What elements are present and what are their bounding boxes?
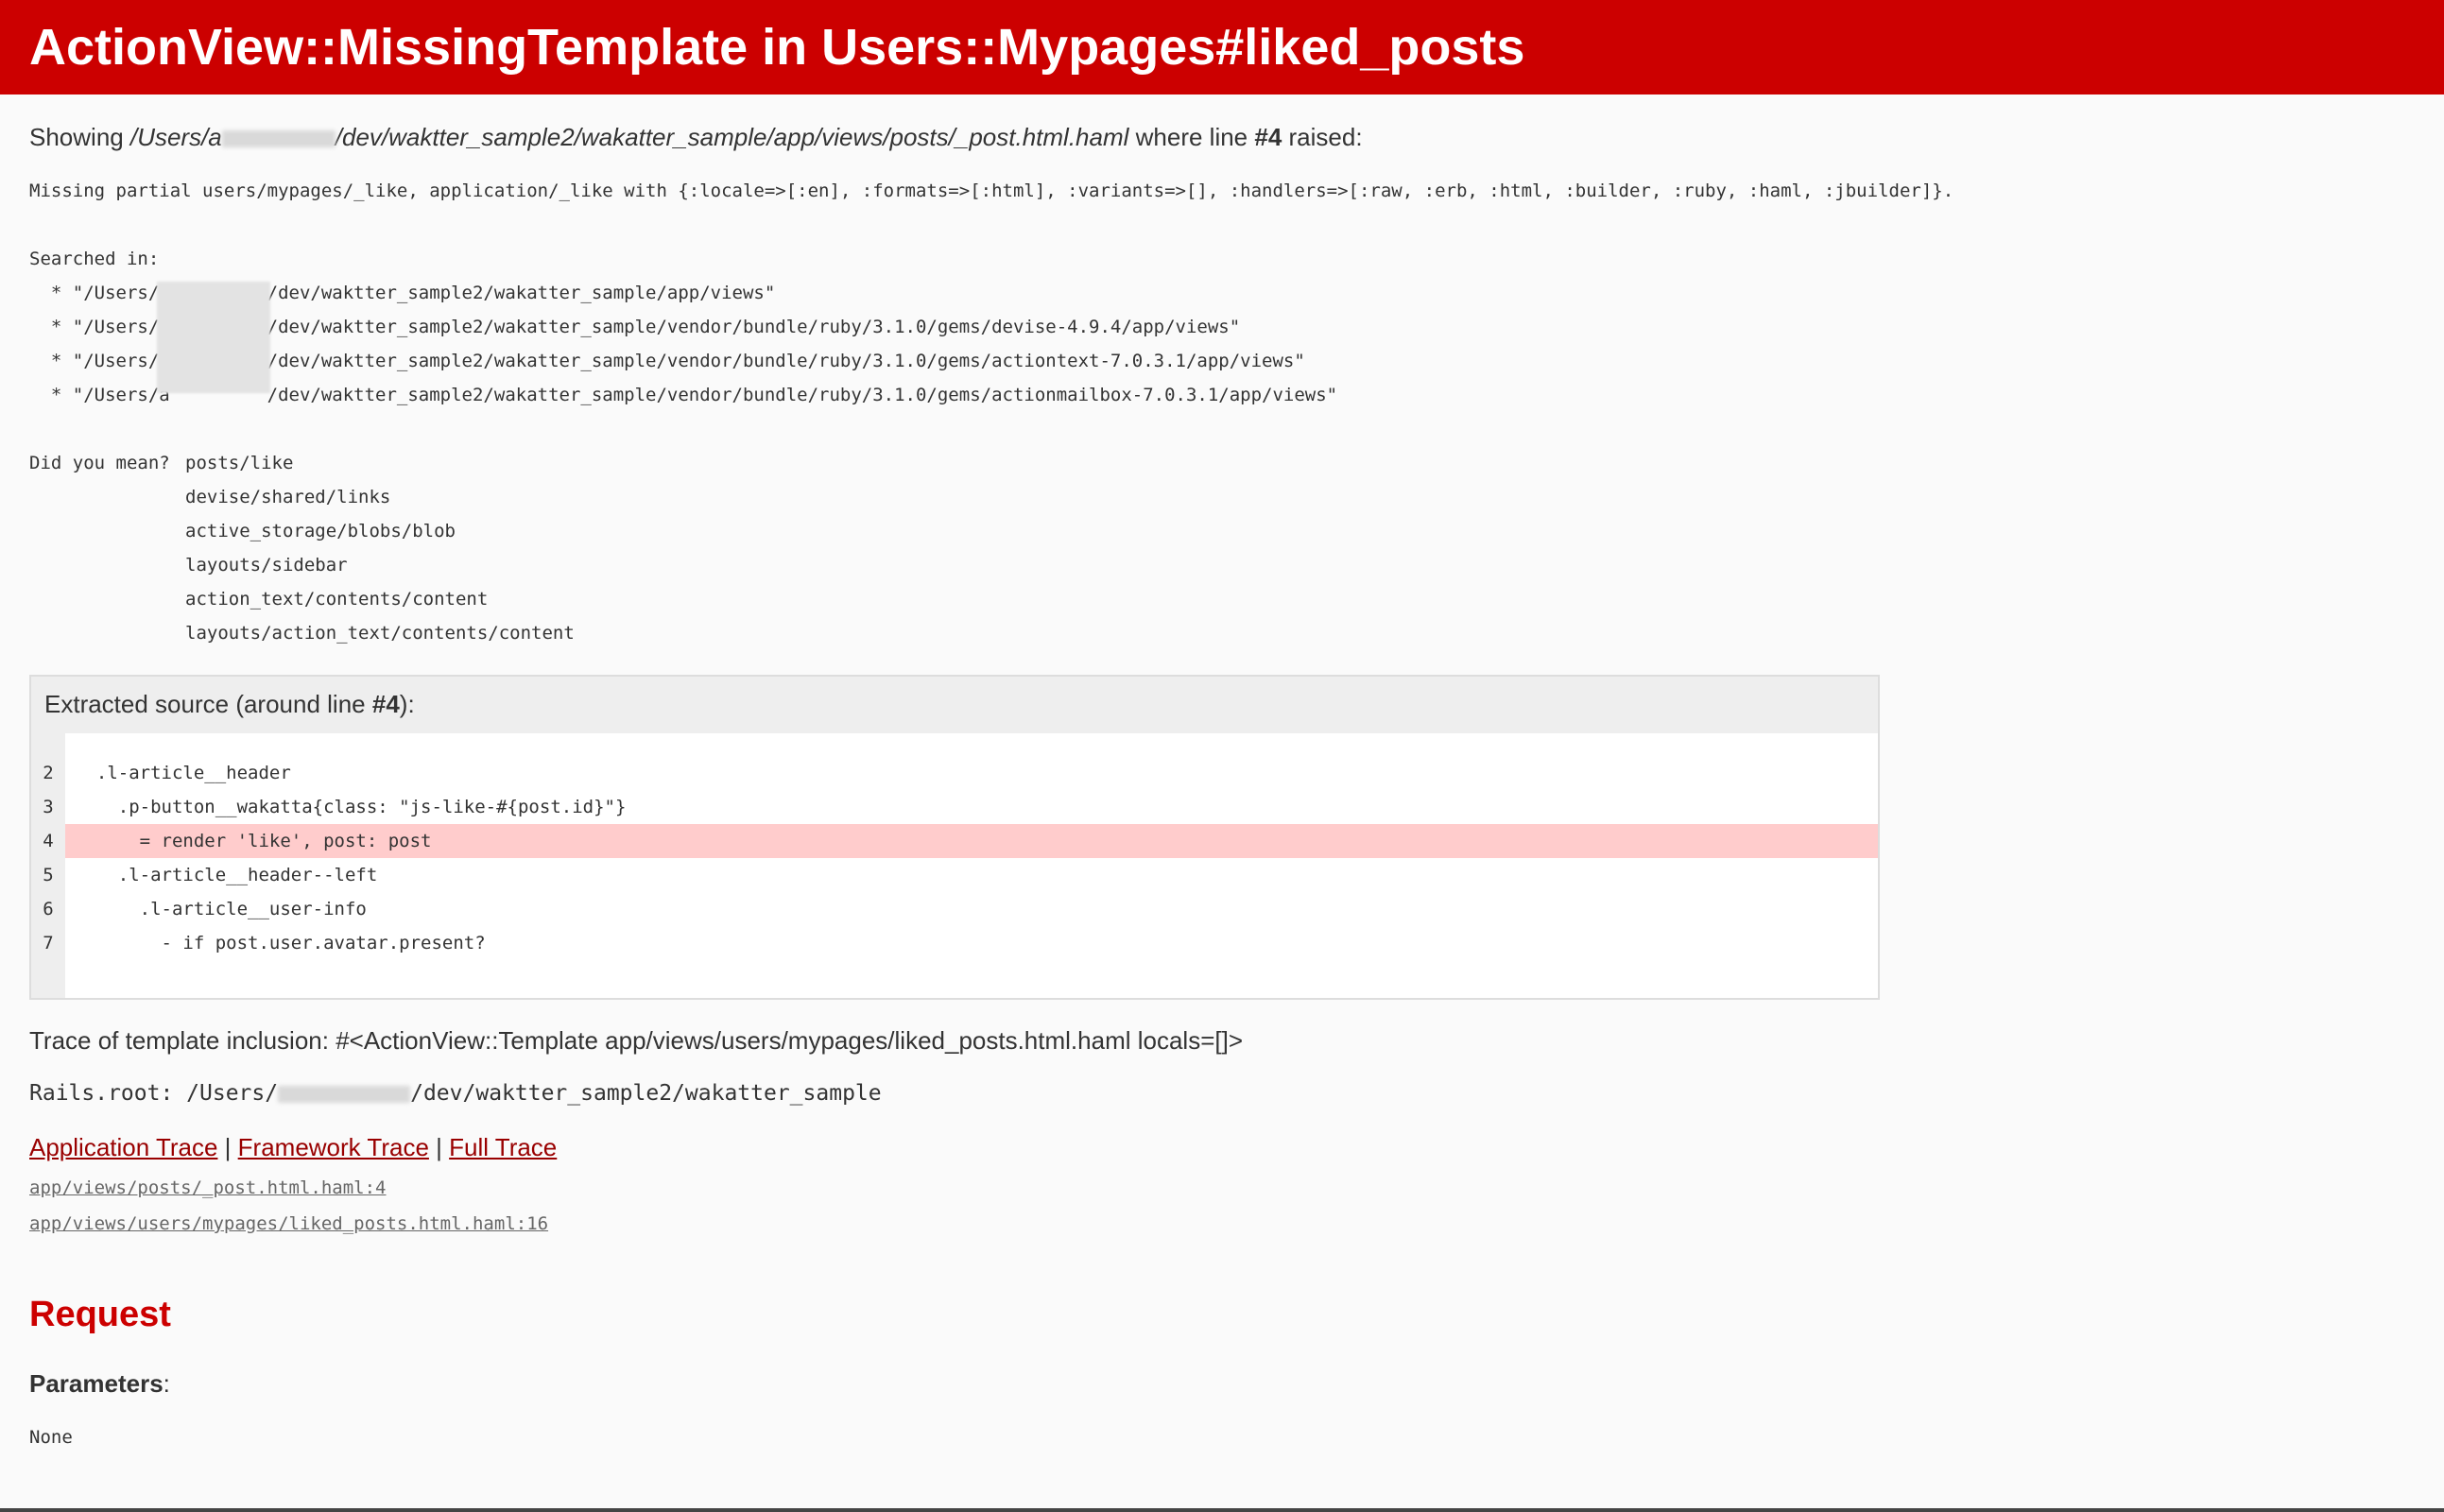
- full-trace-link[interactable]: Full Trace: [449, 1133, 557, 1161]
- error-body: Showing /Users/a/dev/waktter_sample2/wak…: [0, 121, 2444, 1448]
- rails-root: Rails.root: /Users//dev/waktter_sample2/…: [29, 1081, 882, 1106]
- source-body: 2 .l-article__header 3 .p-button__wakatt…: [31, 733, 1878, 998]
- source-code: 2 .l-article__header 3 .p-button__wakatt…: [43, 756, 1878, 960]
- suggestion-item: devise/shared/links: [185, 487, 391, 507]
- suggestion-item: layouts/action_text/contents/content: [185, 623, 575, 644]
- suggestion-item: posts/like: [185, 453, 294, 473]
- extracted-source: Extracted source (around line #4): 2 .l-…: [29, 675, 1880, 1000]
- redacted-username: [221, 130, 336, 148]
- searched-in: Searched in: * "/Users/a /dev/waktter_sa…: [29, 242, 2415, 412]
- searched-path: * "/Users/a /dev/waktter_sample2/wakatte…: [29, 351, 1305, 371]
- trace-list: app/views/posts/_post.html.haml:4 app/vi…: [29, 1170, 2415, 1242]
- source-line: 7 - if post.user.avatar.present?: [43, 933, 486, 954]
- showing-prefix: Showing: [29, 123, 130, 151]
- request-heading: Request: [29, 1295, 171, 1334]
- error-title: ActionView::MissingTemplate in Users::My…: [29, 19, 1525, 76]
- application-trace-link[interactable]: Application Trace: [29, 1133, 217, 1161]
- trace-tabs: Application Trace | Framework Trace | Fu…: [29, 1133, 558, 1161]
- searched-path: * "/Users/a /dev/waktter_sample2/wakatte…: [29, 283, 776, 303]
- error-header: ActionView::MissingTemplate in Users::My…: [0, 0, 2444, 94]
- searched-label: Searched in:: [29, 249, 160, 269]
- trace-of-template-inclusion: Trace of template inclusion: #<ActionVie…: [29, 1026, 1244, 1055]
- window-bottom-edge: [0, 1508, 2444, 1512]
- source-line: 6 .l-article__user-info: [43, 899, 367, 919]
- parameters-value: None: [29, 1427, 73, 1448]
- suggestion-item: action_text/contents/content: [185, 589, 489, 610]
- extracted-source-title: Extracted source (around line #4):: [44, 690, 415, 718]
- did-you-mean-label: Did you mean?: [29, 453, 170, 473]
- showing-path: /Users/a/dev/waktter_sample2/wakatter_sa…: [129, 123, 1129, 151]
- searched-path: * "/Users/a /dev/waktter_sample2/wakatte…: [29, 385, 1338, 405]
- trace-line-link[interactable]: app/views/users/mypages/liked_posts.html…: [29, 1206, 2415, 1242]
- redacted-username: [278, 1085, 411, 1103]
- source-line: 5 .l-article__header--left: [43, 865, 378, 885]
- source-line: 3 .p-button__wakatta{class: "js-like-#{p…: [43, 797, 627, 817]
- error-message: Missing partial users/mypages/_like, app…: [29, 180, 1954, 201]
- parameters-heading: Parameters:: [29, 1369, 170, 1398]
- showing-line-number: #4: [1254, 123, 1282, 151]
- trace-line-link[interactable]: app/views/posts/_post.html.haml:4: [29, 1170, 2415, 1206]
- did-you-mean: Did you mean? posts/like devise/shared/l…: [29, 446, 2415, 650]
- searched-path: * "/Users/a /dev/waktter_sample2/wakatte…: [29, 317, 1241, 337]
- redaction-block: [157, 282, 270, 393]
- source-line-highlighted: 4 = render 'like', post: post: [43, 824, 1878, 858]
- showing-line: Showing /Users/a/dev/waktter_sample2/wak…: [29, 123, 1363, 151]
- source-line: 2 .l-article__header: [43, 763, 291, 783]
- suggestion-item: active_storage/blobs/blob: [185, 521, 456, 541]
- framework-trace-link[interactable]: Framework Trace: [238, 1133, 429, 1161]
- suggestion-item: layouts/sidebar: [185, 555, 348, 576]
